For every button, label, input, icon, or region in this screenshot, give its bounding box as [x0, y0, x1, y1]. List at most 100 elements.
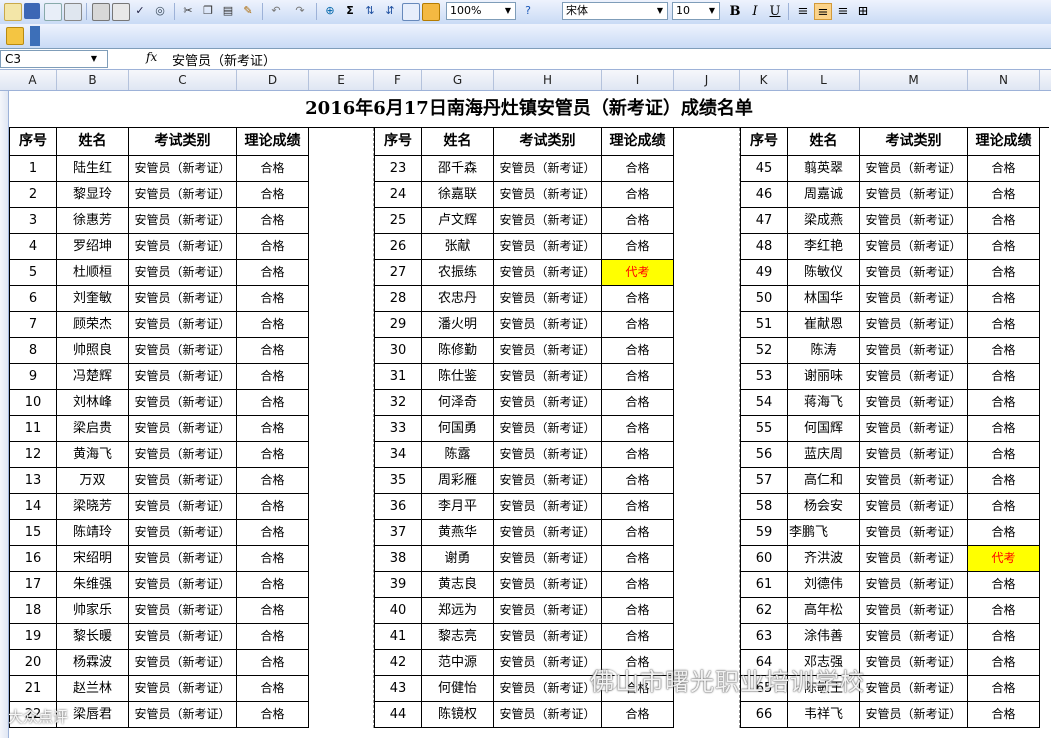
cell-score[interactable]: 合格: [237, 624, 309, 650]
column-header[interactable]: A: [9, 70, 57, 90]
cell-no[interactable]: 40: [374, 598, 422, 624]
cell-score[interactable]: 合格: [968, 208, 1040, 234]
cell-category[interactable]: 安管员（新考证）: [494, 546, 602, 572]
cell-category[interactable]: 安管员（新考证）: [860, 390, 968, 416]
cell-score[interactable]: 合格: [602, 286, 674, 312]
cell-name[interactable]: 帅照良: [57, 338, 129, 364]
bold-button[interactable]: B: [726, 3, 744, 20]
cell-category[interactable]: 安管员（新考证）: [494, 468, 602, 494]
cell-score[interactable]: 合格: [602, 598, 674, 624]
cell-no[interactable]: 3: [9, 208, 57, 234]
name-box[interactable]: C3 ▼: [0, 50, 108, 68]
cell-score[interactable]: 合格: [968, 338, 1040, 364]
cell-no[interactable]: 61: [740, 572, 788, 598]
column-header[interactable]: H: [494, 70, 602, 90]
cell-name[interactable]: 顾荣杰: [57, 312, 129, 338]
cell-category[interactable]: 安管员（新考证）: [494, 260, 602, 286]
header-category[interactable]: 考试类别: [860, 128, 968, 156]
cell-name[interactable]: 谢丽味: [788, 364, 860, 390]
cell-name[interactable]: 黎志亮: [422, 624, 494, 650]
cell-name[interactable]: 黄燕华: [422, 520, 494, 546]
cell-score[interactable]: 合格: [602, 390, 674, 416]
cell-no[interactable]: 29: [374, 312, 422, 338]
cell-name[interactable]: 农忠丹: [422, 286, 494, 312]
cell-category[interactable]: 安管员（新考证）: [860, 650, 968, 676]
cell-score[interactable]: 合格: [968, 260, 1040, 286]
cell-no[interactable]: 16: [9, 546, 57, 572]
cell-no[interactable]: 18: [9, 598, 57, 624]
cell-name[interactable]: 梁成燕: [788, 208, 860, 234]
cell-score[interactable]: 合格: [968, 650, 1040, 676]
cell-no[interactable]: 34: [374, 442, 422, 468]
research-icon[interactable]: ◎: [152, 3, 168, 19]
empty-column[interactable]: [309, 128, 374, 728]
cell-score[interactable]: 合格: [968, 702, 1040, 728]
header-category[interactable]: 考试类别: [129, 128, 237, 156]
cell-category[interactable]: 安管员（新考证）: [129, 234, 237, 260]
cell-score[interactable]: 合格: [968, 286, 1040, 312]
cell-category[interactable]: 安管员（新考证）: [860, 156, 968, 182]
cell-category[interactable]: 安管员（新考证）: [860, 520, 968, 546]
cell-score[interactable]: 合格: [602, 494, 674, 520]
cell-category[interactable]: 安管员（新考证）: [860, 286, 968, 312]
cell-no[interactable]: 56: [740, 442, 788, 468]
cell-no[interactable]: 33: [374, 416, 422, 442]
cell-name[interactable]: 张献: [422, 234, 494, 260]
print-icon[interactable]: [92, 3, 110, 21]
cell-score[interactable]: 合格: [602, 624, 674, 650]
cell-name[interactable]: 翦英翠: [788, 156, 860, 182]
cell-name[interactable]: 农振练: [422, 260, 494, 286]
cell-no[interactable]: 12: [9, 442, 57, 468]
cell-score[interactable]: 合格: [968, 520, 1040, 546]
cell-name[interactable]: 周彩雁: [422, 468, 494, 494]
cell-no[interactable]: 32: [374, 390, 422, 416]
cell-category[interactable]: 安管员（新考证）: [129, 416, 237, 442]
cell-name[interactable]: 陈靖玲: [57, 520, 129, 546]
cell-score[interactable]: 合格: [602, 234, 674, 260]
cell-score[interactable]: 合格: [968, 416, 1040, 442]
cell-category[interactable]: 安管员（新考证）: [860, 208, 968, 234]
cell-name[interactable]: 何泽奇: [422, 390, 494, 416]
cell-name[interactable]: 陈修勤: [422, 338, 494, 364]
cell-no[interactable]: 41: [374, 624, 422, 650]
cell-name[interactable]: 徐惠芳: [57, 208, 129, 234]
cell-category[interactable]: 安管员（新考证）: [860, 702, 968, 728]
cell-name[interactable]: 李月平: [422, 494, 494, 520]
cell-no[interactable]: 57: [740, 468, 788, 494]
cell-no[interactable]: 21: [9, 676, 57, 702]
cell-score[interactable]: 合格: [237, 338, 309, 364]
cell-name[interactable]: 崔献恩: [788, 312, 860, 338]
column-header[interactable]: E: [309, 70, 374, 90]
fx-icon[interactable]: fx: [146, 50, 157, 64]
cell-category[interactable]: 安管员（新考证）: [494, 156, 602, 182]
cell-name[interactable]: 杨会安: [788, 494, 860, 520]
print-preview-icon[interactable]: [112, 3, 130, 21]
cell-name[interactable]: 黎长暖: [57, 624, 129, 650]
cell-score[interactable]: 合格: [237, 182, 309, 208]
cell-score[interactable]: 合格: [968, 234, 1040, 260]
cell-category[interactable]: 安管员（新考证）: [860, 598, 968, 624]
cell-name[interactable]: 朱维强: [57, 572, 129, 598]
font-name-select[interactable]: 宋体 ▼: [562, 2, 668, 20]
cell-category[interactable]: 安管员（新考证）: [129, 546, 237, 572]
cell-category[interactable]: 安管员（新考证）: [494, 312, 602, 338]
cell-no[interactable]: 49: [740, 260, 788, 286]
row-headers[interactable]: [0, 91, 9, 738]
cell-name[interactable]: 黄志良: [422, 572, 494, 598]
cell-category[interactable]: 安管员（新考证）: [129, 364, 237, 390]
redo-icon[interactable]: ↷: [292, 3, 308, 19]
column-header[interactable]: F: [374, 70, 422, 90]
cell-no[interactable]: 14: [9, 494, 57, 520]
italic-button[interactable]: I: [746, 3, 764, 20]
cell-no[interactable]: 37: [374, 520, 422, 546]
cell-score[interactable]: 合格: [237, 598, 309, 624]
sort-ascending-icon[interactable]: ⇅: [362, 3, 378, 19]
cell-name[interactable]: 陈镜权: [422, 702, 494, 728]
cell-score[interactable]: 合格: [602, 546, 674, 572]
cell-no[interactable]: 55: [740, 416, 788, 442]
cell-name[interactable]: 何国辉: [788, 416, 860, 442]
cell-category[interactable]: 安管员（新考证）: [860, 338, 968, 364]
cell-score[interactable]: 合格: [602, 442, 674, 468]
cell-name[interactable]: 陈敏仪: [788, 260, 860, 286]
sort-descending-icon[interactable]: ⇵: [382, 3, 398, 19]
